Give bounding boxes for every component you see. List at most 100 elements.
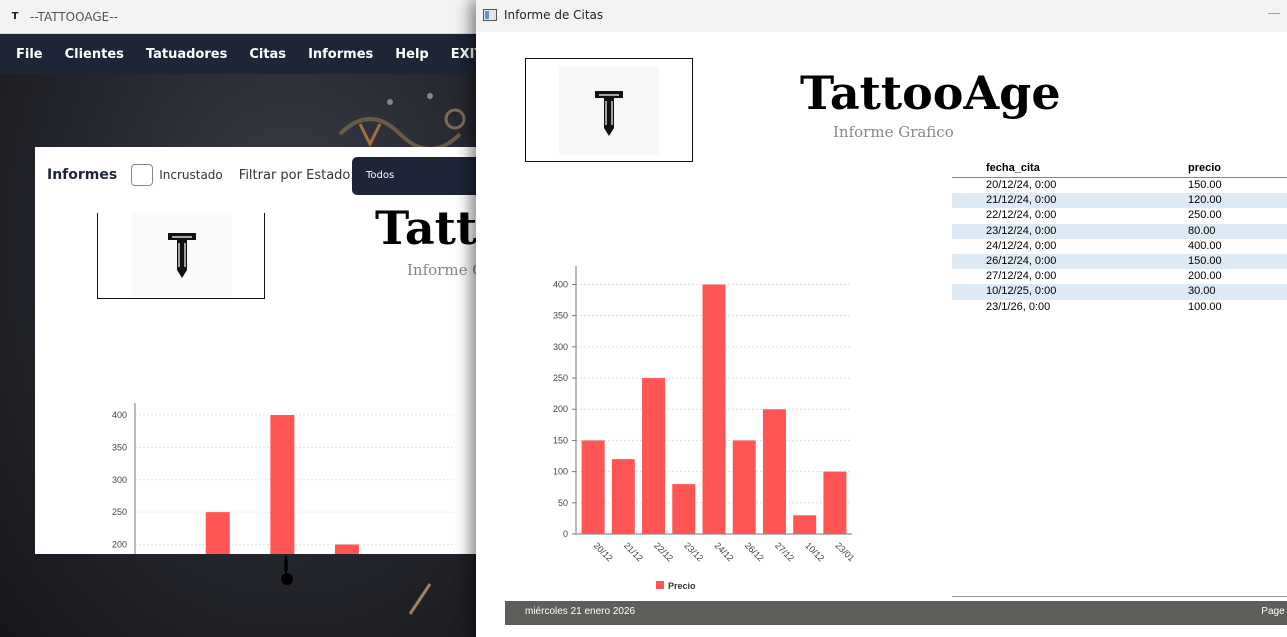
precio-bar-chart: 0 50 100 150 200 250 300 350 400 20/12 21/12 22/12 2… <box>553 266 856 591</box>
citas-data-table: fecha_cita precio 20/12/24, 0:00 150.00 … <box>952 162 1287 315</box>
x-tick-label: 26/12 <box>743 540 766 563</box>
bar <box>581 440 605 534</box>
cell-precio: 150.00 <box>1188 254 1222 267</box>
cell-fecha: 23/12/24, 0:00 <box>986 224 1057 237</box>
main-titlebar: T --TATTOOAGE-- <box>0 0 480 34</box>
embedded-report-panel: Informes Incrustado Filtrar por Estado: … <box>35 147 480 554</box>
y-tick-label: 350 <box>112 442 127 452</box>
cell-precio: 150.00 <box>1188 179 1222 191</box>
bar <box>611 459 635 534</box>
cell-precio: 80.00 <box>1188 224 1216 237</box>
cell-fecha: 10/12/25, 0:00 <box>986 285 1057 298</box>
y-tick-label: 200 <box>112 540 127 550</box>
report-footer: miércoles 21 enero 2026 Page 1 <box>505 601 1287 625</box>
x-tick-label: 10/12 <box>803 540 826 563</box>
legend-swatch <box>656 581 664 589</box>
window-icon <box>483 9 497 21</box>
bar <box>793 515 817 534</box>
table-row: 24/12/24, 0:00 400.00 <box>952 239 1287 254</box>
table-row: 10/12/25, 0:00 30.00 <box>952 284 1287 300</box>
menu-file[interactable]: File <box>16 47 43 62</box>
table-header: fecha_cita precio <box>952 162 1287 176</box>
cell-precio: 100.00 <box>1188 300 1222 313</box>
cell-fecha: 20/12/24, 0:00 <box>986 179 1057 191</box>
header-fecha-cita: fecha_cita <box>986 162 1040 174</box>
table-row: 22/12/24, 0:00 250.00 <box>952 208 1287 223</box>
table-bottom-divider <box>952 596 1287 597</box>
y-tick-label: 300 <box>112 475 127 485</box>
y-tick-label: 200 <box>553 404 568 414</box>
bar <box>762 409 786 534</box>
header-precio: precio <box>1188 162 1222 174</box>
menu-citas[interactable]: Citas <box>249 47 286 62</box>
informes-label: Informes <box>47 167 118 183</box>
bar <box>823 471 847 534</box>
y-tick-label: 250 <box>553 373 568 383</box>
menu-informes[interactable]: Informes <box>308 47 373 62</box>
y-tick-label: 300 <box>553 342 568 352</box>
report-titlebar: Informe de Citas — <box>476 0 1287 32</box>
embedded-logo-image <box>132 213 232 297</box>
incrustado-label: Incrustado <box>159 168 223 182</box>
table-row: 23/12/24, 0:00 80.00 <box>952 223 1287 239</box>
cell-fecha: 27/12/24, 0:00 <box>986 270 1057 283</box>
table-row: 21/12/24, 0:00 120.00 <box>952 193 1287 209</box>
report-logo-frame <box>525 58 693 162</box>
x-tick-label: 21/12 <box>622 540 645 563</box>
bar <box>205 512 230 554</box>
y-tick-label: 0 <box>563 529 568 539</box>
table-row: 26/12/24, 0:00 150.00 <box>952 253 1287 270</box>
x-tick-label: 24/12 <box>713 540 736 563</box>
footer-date: miércoles 21 enero 2026 <box>525 606 636 617</box>
cell-precio: 250.00 <box>1188 209 1222 222</box>
report-subtitle: Informe Grafico <box>833 123 954 141</box>
table-row: 20/12/24, 0:00 150.00 <box>952 178 1287 193</box>
x-tick-label: 23/12 <box>682 540 705 563</box>
cell-precio: 200.00 <box>1188 270 1222 283</box>
y-tick-label: 100 <box>553 467 568 477</box>
cell-precio: 120.00 <box>1188 194 1222 207</box>
filter-label: Filtrar por Estado: <box>238 167 355 183</box>
cell-fecha: 26/12/24, 0:00 <box>986 254 1057 267</box>
cell-fecha: 24/12/24, 0:00 <box>986 239 1057 252</box>
app-icon: T <box>11 11 19 22</box>
main-window-title: --TATTOOAGE-- <box>30 10 118 24</box>
legend-label: Precio <box>668 581 696 591</box>
cell-fecha: 22/12/24, 0:00 <box>986 209 1057 222</box>
cell-precio: 30.00 <box>1188 285 1216 298</box>
incrustado-checkbox[interactable] <box>131 164 154 186</box>
bar <box>334 544 359 554</box>
menu-help[interactable]: Help <box>395 47 428 62</box>
bar <box>270 415 295 554</box>
y-tick-label: 400 <box>112 410 127 420</box>
y-tick-label: 350 <box>553 311 568 321</box>
embedded-report-subtitle: Informe G <box>407 261 480 279</box>
y-tick-label: 150 <box>553 435 568 445</box>
bar <box>732 440 756 534</box>
main-app-window: T --TATTOOAGE-- File Clientes Tatuadores… <box>0 0 480 637</box>
embedded-report-title: Tatto <box>375 201 480 255</box>
report-window-title: Informe de Citas <box>504 8 604 22</box>
estado-filter-select[interactable]: Todos <box>352 157 480 195</box>
menu-tatuadores[interactable]: Tatuadores <box>146 47 227 62</box>
menu-clientes[interactable]: Clientes <box>65 47 124 62</box>
tattoo-t-logo-icon <box>595 91 623 136</box>
tattoo-t-logo-icon <box>168 233 196 278</box>
x-tick-label: 27/12 <box>773 540 796 563</box>
y-tick-label: 400 <box>553 279 568 289</box>
bar <box>642 378 666 534</box>
bar <box>672 484 696 534</box>
report-title: TattooAge <box>800 66 1061 120</box>
cell-fecha: 21/12/24, 0:00 <box>986 194 1057 207</box>
cell-precio: 400.00 <box>1188 239 1222 252</box>
embedded-logo-frame <box>97 213 265 299</box>
report-logo-image <box>559 67 659 155</box>
table-row: 27/12/24, 0:00 200.00 <box>952 269 1287 284</box>
embedded-bar-chart: 200 250 300 350 400 <box>112 403 455 554</box>
menubar: File Clientes Tatuadores Citas Informes … <box>0 34 480 74</box>
x-tick-label: 23/01 <box>833 540 856 563</box>
minimize-icon[interactable]: — <box>1265 6 1283 24</box>
cell-fecha: 23/1/26, 0:00 <box>986 300 1051 313</box>
footer-page-number: Page 1 <box>1261 606 1287 617</box>
x-tick-label: 20/12 <box>592 540 615 563</box>
